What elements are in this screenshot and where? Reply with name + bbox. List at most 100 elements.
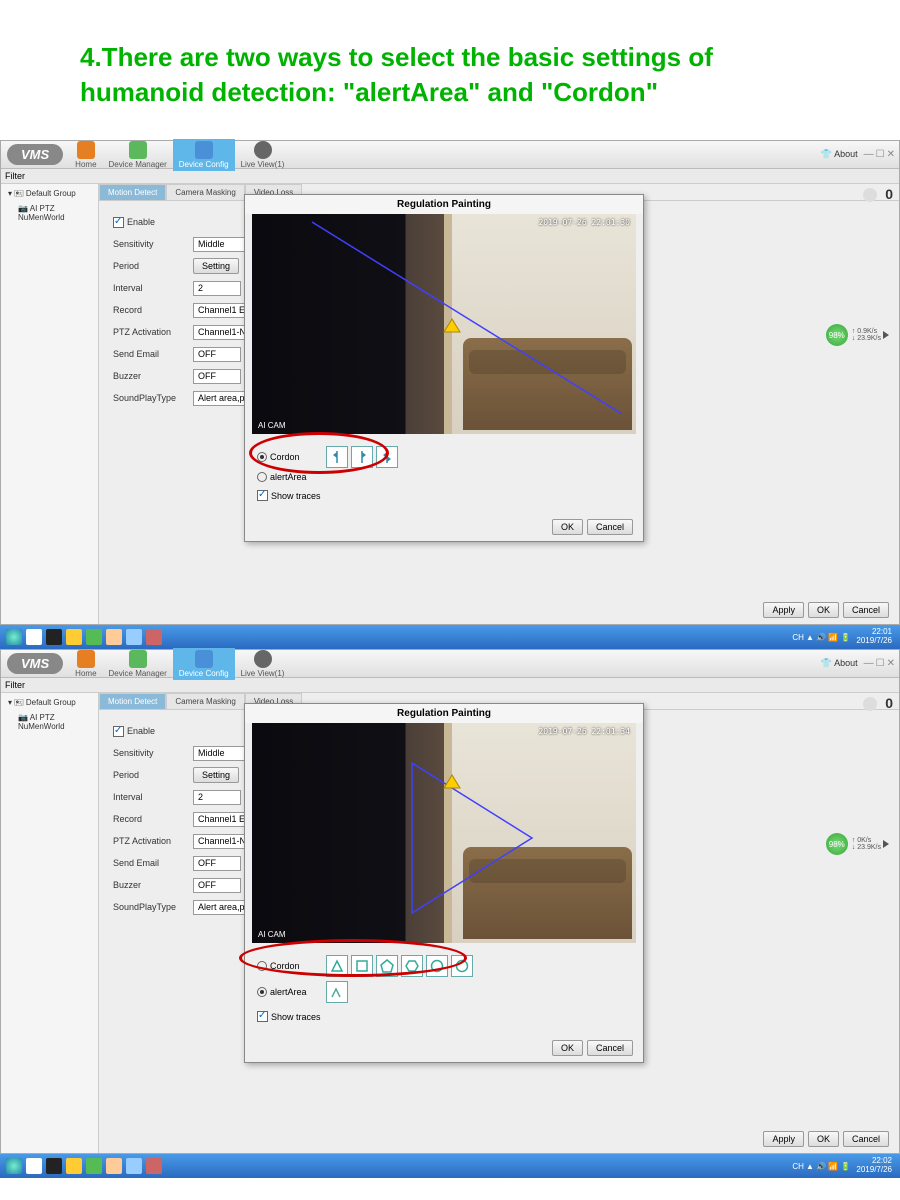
cordon-dir-left[interactable] (326, 446, 348, 468)
taskbar-app-icon[interactable] (66, 629, 82, 645)
nav-devcfg-label: Device Config (179, 669, 229, 678)
window-controls[interactable]: —☐✕ (864, 149, 895, 160)
cancel-button[interactable]: Cancel (843, 1131, 889, 1147)
shape-square[interactable] (351, 955, 373, 977)
enable-checkbox[interactable] (113, 217, 124, 228)
tab-motion-detect[interactable]: Motion Detect (99, 693, 166, 709)
buzzer-select[interactable] (193, 878, 241, 893)
nav-device-config[interactable]: Device Config (173, 139, 235, 171)
alertarea-radio[interactable] (257, 987, 267, 997)
taskbar-app-icon[interactable] (86, 629, 102, 645)
taskbar-app-icon[interactable] (86, 1158, 102, 1174)
cordon-radio[interactable] (257, 961, 267, 971)
ok-button[interactable]: OK (808, 602, 839, 618)
dialog-cancel-button[interactable]: Cancel (587, 1040, 633, 1056)
taskbar-app-icon[interactable] (126, 1158, 142, 1174)
vms-app-cordon: VMS Home Device Manager Device Config Li… (0, 140, 900, 625)
nav-device-config[interactable]: Device Config (173, 648, 235, 680)
tray-icons[interactable]: ▲ 🔊 📶 🔋 (806, 1162, 850, 1171)
shape-triangle[interactable] (326, 955, 348, 977)
dialog-cancel-button[interactable]: Cancel (587, 519, 633, 535)
sendemail-select[interactable] (193, 856, 241, 871)
show-traces-checkbox[interactable] (257, 490, 268, 501)
nav-home[interactable]: Home (69, 139, 102, 171)
ptz-label: PTZ Activation (113, 836, 193, 846)
taskbar-app-icon[interactable] (66, 1158, 82, 1174)
buzzer-label: Buzzer (113, 880, 193, 890)
cancel-button[interactable]: Cancel (843, 602, 889, 618)
cordon-dir-both[interactable] (376, 446, 398, 468)
interval-input[interactable] (193, 790, 241, 805)
play-icon[interactable] (883, 840, 889, 848)
interval-input[interactable] (193, 281, 241, 296)
content-area: Motion Detect Camera Masking Video Loss … (99, 693, 899, 1153)
taskbar-app-icon[interactable] (26, 629, 42, 645)
topbar: VMS Home Device Manager Device Config Li… (1, 650, 899, 678)
enable-checkbox[interactable] (113, 726, 124, 737)
tree-group[interactable]: ▾ 🖭 Default Group (4, 187, 95, 203)
taskbar-app-icon[interactable] (146, 629, 162, 645)
play-icon[interactable] (883, 331, 889, 339)
nav-home[interactable]: Home (69, 648, 102, 680)
start-button-icon[interactable] (6, 1158, 22, 1174)
buzzer-select[interactable] (193, 369, 241, 384)
period-setting-button[interactable]: Setting (193, 767, 239, 783)
tree-group[interactable]: ▾ 🖭 Default Group (4, 696, 95, 712)
dialog-title: Regulation Painting (245, 195, 643, 214)
cordon-dir-right[interactable] (351, 446, 373, 468)
about-link[interactable]: 👕 About (821, 149, 858, 160)
shape-octagon[interactable] (451, 955, 473, 977)
taskbar-app-icon[interactable] (146, 1158, 162, 1174)
nav-live-view[interactable]: Live View(1) (235, 139, 291, 171)
taskbar-app-icon[interactable] (106, 629, 122, 645)
cordon-radio[interactable] (257, 452, 267, 462)
period-setting-button[interactable]: Setting (193, 258, 239, 274)
shape-hexagon[interactable] (401, 955, 423, 977)
lang-indicator[interactable]: CH (792, 633, 804, 642)
tab-camera-masking[interactable]: Camera Masking (166, 693, 244, 709)
windows-taskbar[interactable]: CH ▲ 🔊 📶 🔋 22:012019/7/26 (0, 625, 900, 649)
taskbar-clock[interactable]: 22:012019/7/26 (852, 628, 896, 646)
sendemail-label: Send Email (113, 858, 193, 868)
taskbar-app-icon[interactable] (26, 1158, 42, 1174)
shape-pentagon[interactable] (376, 955, 398, 977)
content-area: Motion Detect Camera Masking Video Loss … (99, 184, 899, 624)
camera-preview[interactable]: 2019-07-26 22:01:34 AI CAM (252, 723, 636, 943)
alertarea-overlay (252, 723, 636, 943)
tab-motion-detect[interactable]: Motion Detect (99, 184, 166, 200)
taskbar-app-icon[interactable] (46, 629, 62, 645)
dialog-ok-button[interactable]: OK (552, 1040, 583, 1056)
alertarea-radio[interactable] (257, 472, 267, 482)
bulb-icon (863, 697, 877, 711)
sendemail-select[interactable] (193, 347, 241, 362)
period-label: Period (113, 770, 193, 780)
nav-live-view[interactable]: Live View(1) (235, 648, 291, 680)
taskbar-clock[interactable]: 22:022019/7/26 (852, 1157, 896, 1175)
taskbar-app-icon[interactable] (106, 1158, 122, 1174)
ok-button[interactable]: OK (808, 1131, 839, 1147)
shape-heptagon[interactable] (426, 955, 448, 977)
alertarea-edit-icon[interactable] (326, 981, 348, 1003)
buzzer-label: Buzzer (113, 371, 193, 381)
tree-device[interactable]: 📷 AI PTZ NuMenWorld (4, 712, 95, 732)
apply-button[interactable]: Apply (763, 1131, 804, 1147)
about-link[interactable]: 👕 About (821, 658, 858, 669)
sensitivity-label: Sensitivity (113, 239, 193, 249)
camera-preview[interactable]: 2019-07-26 22:01:30 AI CAM (252, 214, 636, 434)
taskbar-app-icon[interactable] (46, 1158, 62, 1174)
lang-indicator[interactable]: CH (792, 1162, 804, 1171)
tab-camera-masking[interactable]: Camera Masking (166, 184, 244, 200)
nav-device-manager[interactable]: Device Manager (103, 139, 173, 171)
tree-device[interactable]: 📷 AI PTZ NuMenWorld (4, 203, 95, 223)
show-traces-checkbox[interactable] (257, 1011, 268, 1022)
record-label: Record (113, 814, 193, 824)
apply-button[interactable]: Apply (763, 602, 804, 618)
start-button-icon[interactable] (6, 629, 22, 645)
status-indicator-icon: 98% (826, 833, 848, 855)
taskbar-app-icon[interactable] (126, 629, 142, 645)
dialog-ok-button[interactable]: OK (552, 519, 583, 535)
tray-icons[interactable]: ▲ 🔊 📶 🔋 (806, 633, 850, 642)
windows-taskbar[interactable]: CH ▲ 🔊 📶 🔋 22:022019/7/26 (0, 1154, 900, 1178)
window-controls[interactable]: —☐✕ (864, 658, 895, 669)
nav-device-manager[interactable]: Device Manager (103, 648, 173, 680)
